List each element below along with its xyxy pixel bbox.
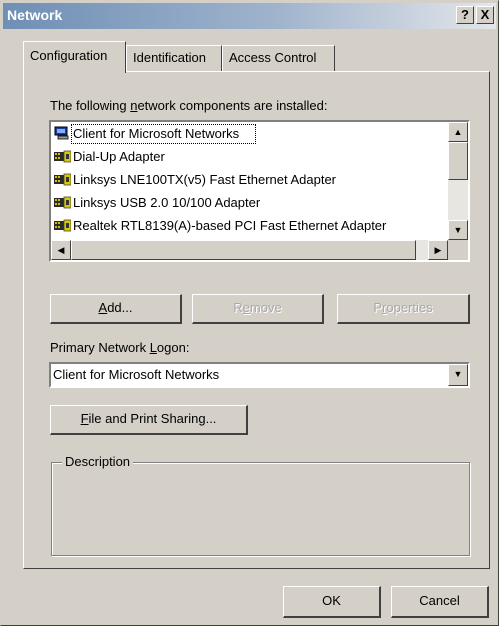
tab-configuration[interactable]: Configuration <box>23 41 126 73</box>
scroll-down-button[interactable]: ▼ <box>448 220 468 240</box>
close-button[interactable]: X <box>476 6 494 24</box>
network-adapter-icon <box>54 173 71 186</box>
scrollbar-corner <box>448 240 468 260</box>
arrow-left-icon: ◀ <box>57 245 65 255</box>
add-button[interactable]: Add... <box>50 294 182 324</box>
scroll-left-button[interactable]: ◀ <box>51 240 71 260</box>
chevron-down-icon: ▼ <box>453 369 463 379</box>
arrow-right-icon: ▶ <box>434 245 442 255</box>
tab-label: Configuration <box>30 48 108 63</box>
list-item[interactable]: Linksys USB 2.0 10/100 Adapter <box>51 191 448 214</box>
network-adapter-icon <box>54 219 71 232</box>
scroll-right-button[interactable]: ▶ <box>428 240 448 260</box>
list-item-label: Linksys USB 2.0 10/100 Adapter <box>73 195 261 210</box>
list-item-label: Linksys LNE100TX(v5) Fast Ethernet Adapt… <box>73 172 337 187</box>
vertical-scrollbar[interactable]: ▲ ▼ <box>448 122 468 240</box>
horizontal-scrollbar[interactable]: ◀ ▶ <box>51 240 448 260</box>
vertical-scroll-thumb[interactable] <box>448 142 468 180</box>
arrow-up-icon: ▲ <box>453 127 463 137</box>
primary-logon-select[interactable]: Client for Microsoft Networks ▼ <box>49 362 470 388</box>
horizontal-scroll-thumb[interactable] <box>71 240 416 260</box>
list-item-label: Realtek RTL8139(A)-based PCI Fast Ethern… <box>73 218 387 233</box>
components-heading: The following network components are ins… <box>50 98 328 113</box>
cancel-button[interactable]: Cancel <box>391 586 489 618</box>
list-item[interactable]: Dial-Up Adapter <box>51 145 448 168</box>
window-title: Network <box>7 7 63 23</box>
network-components-list[interactable]: Client for Microsoft Networks Dial-Up Ad… <box>49 120 470 262</box>
tab-label: Access Control <box>229 50 317 65</box>
primary-logon-label: Primary Network Logon: <box>50 340 190 355</box>
close-icon: X <box>480 7 490 22</box>
list-item-label: Dial-Up Adapter <box>73 149 165 164</box>
description-group: Description <box>51 454 470 556</box>
scroll-up-button[interactable]: ▲ <box>448 122 468 142</box>
network-dialog: Network ? X Configuration Identification… <box>0 0 499 626</box>
remove-button[interactable]: Remove <box>192 294 324 324</box>
primary-logon-value: Client for Microsoft Networks <box>53 367 220 382</box>
list-item[interactable]: Client for Microsoft Networks <box>51 122 448 145</box>
tab-label: Identification <box>133 50 206 65</box>
list-item[interactable]: Linksys LNE100TX(v5) Fast Ethernet Adapt… <box>51 168 448 191</box>
tab-identification[interactable]: Identification <box>126 45 222 71</box>
list-item-label: Client for Microsoft Networks <box>73 126 240 141</box>
title-bar[interactable]: Network ? X <box>3 3 496 29</box>
list-rows: Client for Microsoft Networks Dial-Up Ad… <box>51 122 448 240</box>
help-icon: ? <box>461 7 469 22</box>
network-adapter-icon <box>54 196 71 209</box>
properties-button[interactable]: Properties <box>337 294 470 324</box>
file-print-sharing-button[interactable]: File and Print Sharing... <box>50 405 248 435</box>
network-client-icon <box>54 126 69 140</box>
help-button[interactable]: ? <box>456 6 474 24</box>
dropdown-button[interactable]: ▼ <box>448 364 468 386</box>
list-item[interactable]: Realtek RTL8139(A)-based PCI Fast Ethern… <box>51 214 448 237</box>
network-adapter-icon <box>54 150 71 163</box>
ok-button[interactable]: OK <box>283 586 381 618</box>
description-label: Description <box>62 454 134 469</box>
configuration-panel: The following network components are ins… <box>23 71 490 569</box>
arrow-down-icon: ▼ <box>453 225 463 235</box>
tab-access-control[interactable]: Access Control <box>222 45 335 71</box>
